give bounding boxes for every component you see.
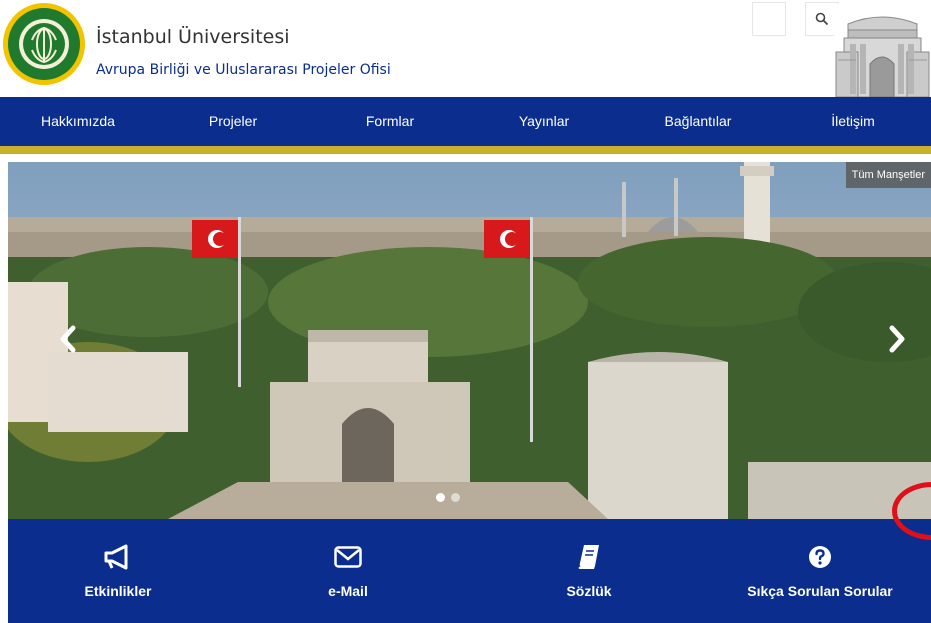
nav-accent-stripe bbox=[0, 146, 931, 154]
slider-dot[interactable] bbox=[436, 493, 445, 502]
slider-dot[interactable] bbox=[451, 493, 460, 502]
quick-link-email[interactable]: e-Mail bbox=[248, 519, 448, 623]
slider-dots bbox=[436, 493, 460, 502]
nav-item-contact[interactable]: İletişim bbox=[831, 97, 875, 146]
nav-item-publications[interactable]: Yayınlar bbox=[519, 97, 569, 146]
quick-links-bar: Etkinlikler e-Mail Sözlük Sıkça Sorulan … bbox=[8, 519, 931, 623]
quick-link-faq[interactable]: Sıkça Sorulan Sorular bbox=[720, 519, 920, 623]
megaphone-icon bbox=[103, 543, 133, 571]
site-header: İstanbul Üniversitesi Avrupa Birliği ve … bbox=[0, 0, 931, 97]
site-subtitle[interactable]: Avrupa Birliği ve Uluslararası Projeler … bbox=[96, 62, 391, 78]
headline-slider[interactable]: Tüm Manşetler bbox=[8, 162, 931, 519]
quick-link-label: e-Mail bbox=[328, 583, 368, 599]
university-seal-icon[interactable] bbox=[2, 0, 88, 90]
chevron-right-icon[interactable] bbox=[885, 324, 909, 354]
quick-link-label: Etkinlikler bbox=[84, 583, 152, 599]
chevron-left-icon[interactable] bbox=[56, 324, 80, 354]
book-icon bbox=[574, 543, 604, 571]
quick-link-events[interactable]: Etkinlikler bbox=[18, 519, 218, 623]
search-icon bbox=[815, 12, 829, 26]
quick-link-label: Sözlük bbox=[566, 583, 612, 599]
envelope-icon bbox=[333, 543, 363, 571]
nav-item-forms[interactable]: Formlar bbox=[366, 97, 414, 146]
nav-item-projects[interactable]: Projeler bbox=[209, 97, 257, 146]
quick-link-label: Sıkça Sorulan Sorular bbox=[747, 583, 893, 599]
quick-link-dictionary[interactable]: Sözlük bbox=[489, 519, 689, 623]
header-blank-box[interactable] bbox=[752, 2, 786, 36]
university-gate-icon bbox=[834, 4, 931, 97]
slide-photo bbox=[8, 162, 931, 519]
all-headlines-button[interactable]: Tüm Manşetler bbox=[845, 162, 931, 188]
site-title[interactable]: İstanbul Üniversitesi bbox=[96, 26, 290, 48]
nav-item-links[interactable]: Bağlantılar bbox=[665, 97, 732, 146]
main-nav: Hakkımızda Projeler Formlar Yayınlar Bağ… bbox=[0, 97, 931, 146]
question-circle-icon bbox=[805, 543, 835, 571]
nav-item-about[interactable]: Hakkımızda bbox=[41, 97, 115, 146]
